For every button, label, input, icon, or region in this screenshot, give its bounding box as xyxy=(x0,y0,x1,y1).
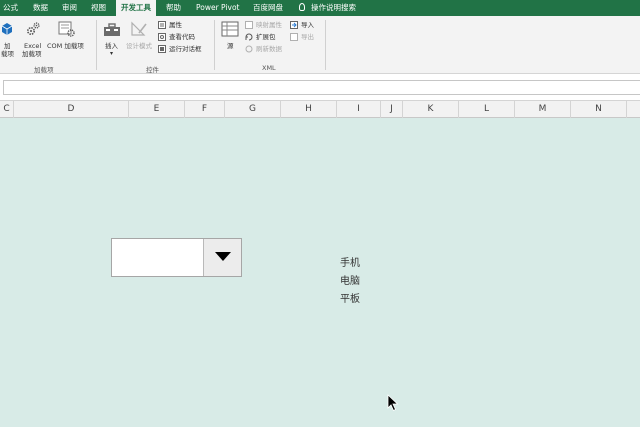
column-header-c[interactable]: C xyxy=(0,101,14,118)
tab-developer[interactable]: 开发工具 xyxy=(116,0,156,16)
properties-label[interactable]: 属性 xyxy=(169,21,182,29)
design-mode-icon xyxy=(130,21,148,37)
tab-view[interactable]: 视图 xyxy=(91,0,106,16)
xml-group-label: XML xyxy=(262,64,276,72)
tab-formulas[interactable]: 公式 xyxy=(3,0,18,16)
refresh-data-icon xyxy=(245,45,253,53)
com-addins-label[interactable]: COM 加载项 xyxy=(47,42,84,50)
tab-baidu-netdisk[interactable]: 百度网盘 xyxy=(253,0,283,16)
tab-review[interactable]: 审阅 xyxy=(62,0,77,16)
expansion-packs-label[interactable]: 扩展包 xyxy=(256,33,276,41)
tell-me-label: 操作说明搜索 xyxy=(311,3,356,12)
column-header-i[interactable]: I xyxy=(337,101,381,118)
dropdown-arrow-icon xyxy=(215,252,231,261)
view-code-label[interactable]: 查看代码 xyxy=(169,33,195,41)
export-label[interactable]: 导出 xyxy=(301,33,314,41)
column-header-n[interactable]: N xyxy=(571,101,627,118)
refresh-data-label[interactable]: 刷新数据 xyxy=(256,45,282,53)
column-header-row: C D E F G H I J K L M N xyxy=(0,100,640,118)
addins-group-label: 加载项 xyxy=(34,66,54,74)
map-properties-label[interactable]: 映射属性 xyxy=(256,21,282,29)
group-separator xyxy=(214,20,215,70)
tab-help[interactable]: 帮助 xyxy=(166,0,181,16)
controls-group-label: 控件 xyxy=(146,66,159,74)
addins-button-label-1[interactable]: 加 xyxy=(4,42,11,50)
ribbon-panel: 加 载项 Excel 加载项 COM 加载项 加载项 插入 ▾ 设计模式 属性 … xyxy=(0,16,640,74)
com-addins-icon xyxy=(58,21,76,37)
column-header-l[interactable]: L xyxy=(459,101,515,118)
import-label[interactable]: 导入 xyxy=(301,21,314,29)
column-header-k[interactable]: K xyxy=(403,101,459,118)
column-header-d[interactable]: D xyxy=(14,101,129,118)
toolbox-icon xyxy=(103,21,121,37)
combo-box-dropdown-button[interactable] xyxy=(203,239,241,276)
run-dialog-label[interactable]: 运行对话框 xyxy=(169,45,202,53)
xml-source-label[interactable]: 源 xyxy=(227,42,234,50)
addins-icon xyxy=(0,22,14,36)
column-header-g[interactable]: G xyxy=(225,101,281,118)
expansion-packs-icon xyxy=(245,33,253,41)
tab-power-pivot[interactable]: Power Pivot xyxy=(196,0,239,16)
column-header-f[interactable]: F xyxy=(185,101,225,118)
insert-control-label[interactable]: 插入 xyxy=(105,42,118,50)
properties-icon xyxy=(158,21,166,29)
export-icon xyxy=(290,33,298,41)
lightbulb-icon xyxy=(299,3,305,11)
column-header-j[interactable]: J xyxy=(381,101,403,118)
mouse-pointer-icon xyxy=(387,394,399,416)
xml-source-icon xyxy=(221,21,239,37)
excel-addins-label-1[interactable]: Excel xyxy=(24,42,41,50)
excel-addins-label-2[interactable]: 加载项 xyxy=(22,50,42,58)
cell-item-tablet[interactable]: 平板 xyxy=(340,290,360,305)
tab-data[interactable]: 数据 xyxy=(33,0,48,16)
addins-button-label-2[interactable]: 载项 xyxy=(1,50,14,58)
run-dialog-icon xyxy=(158,45,166,53)
group-separator xyxy=(325,20,326,70)
worksheet-grid[interactable] xyxy=(0,118,640,427)
column-header-m[interactable]: M xyxy=(515,101,571,118)
formula-bar-input[interactable] xyxy=(3,80,640,95)
cell-item-computer[interactable]: 电脑 xyxy=(340,272,360,287)
gears-icon xyxy=(25,21,41,37)
group-separator xyxy=(96,20,97,70)
cell-item-phone[interactable]: 手机 xyxy=(340,254,360,269)
map-properties-icon xyxy=(245,21,253,29)
insert-dropdown-arrow-icon[interactable]: ▾ xyxy=(110,50,113,58)
import-icon xyxy=(290,21,298,29)
ribbon-tab-bar: 公式 数据 审阅 视图 开发工具 帮助 Power Pivot 百度网盘 操作说… xyxy=(0,0,640,16)
view-code-icon xyxy=(158,33,166,41)
tell-me-search[interactable]: 操作说明搜索 xyxy=(299,0,356,16)
column-header-e[interactable]: E xyxy=(129,101,185,118)
design-mode-label[interactable]: 设计模式 xyxy=(126,42,152,50)
column-header-h[interactable]: H xyxy=(281,101,337,118)
